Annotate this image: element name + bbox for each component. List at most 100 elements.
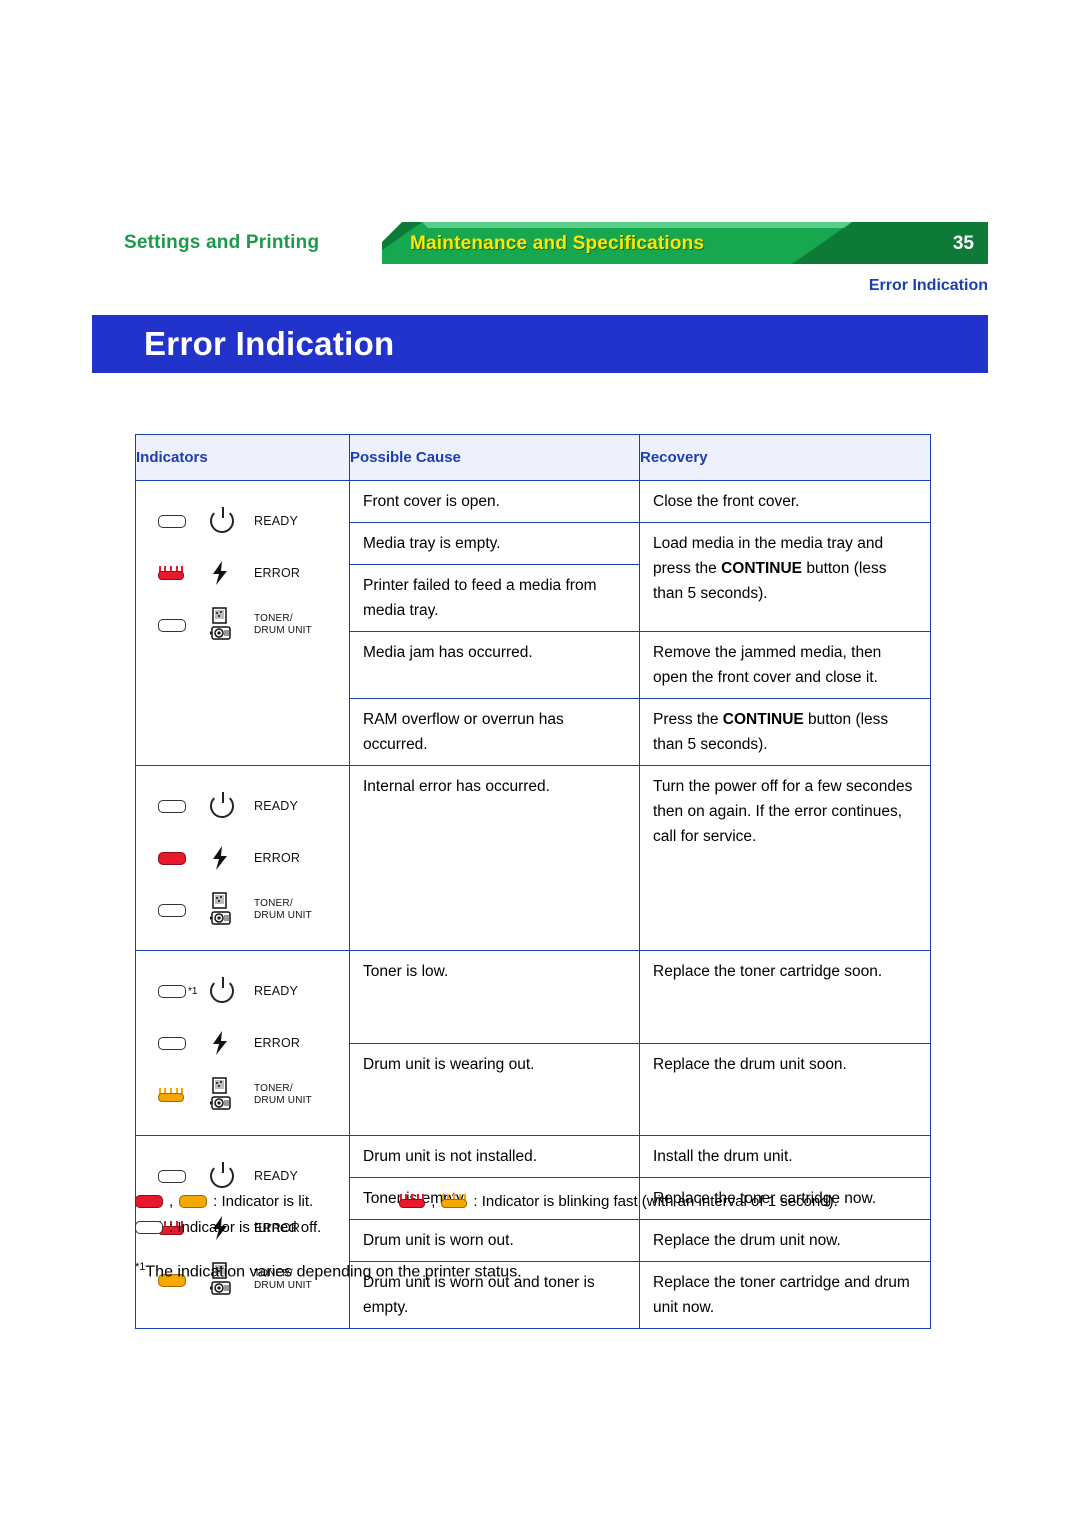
footnote-text: The indication varies depending on the p… (145, 1263, 522, 1281)
ready-icon (210, 1162, 254, 1188)
legend-separator-2: , (431, 1192, 436, 1210)
lamp-error-lit-red (158, 851, 210, 865)
toner-drum-icon (210, 607, 254, 643)
error-icon (210, 845, 254, 871)
cause-text: Front cover is open. (363, 493, 500, 510)
cause-cell: Front cover is open. (349, 480, 640, 523)
toner-drum-icon (210, 892, 254, 928)
table-row: READY ERROR (135, 480, 931, 766)
footnote-marker: *1 (188, 985, 198, 997)
indicator-label-ready: READY (254, 798, 299, 813)
indicator-row-error: ERROR (136, 1017, 349, 1069)
lamp-ready-off (158, 799, 210, 813)
legend-separator: , (169, 1192, 174, 1210)
indicator-group-1: READY ERROR TONER/ DRUM UNIT (136, 481, 349, 665)
indicator-label-toner-drum: TONER/ DRUM UNIT (254, 898, 312, 922)
lamp-error-blinking-red (158, 565, 210, 580)
table-row: READY ERROR (135, 1135, 931, 1329)
indicator-label-ready: READY (254, 983, 299, 998)
lamp-ready-off (158, 514, 210, 528)
cause-cell: Toner is low. (349, 950, 640, 1044)
indicator-label-toner-drum: TONER/ DRUM UNIT (254, 1083, 312, 1107)
indicator-label-drum: DRUM UNIT (254, 625, 312, 636)
lamp-toner-drum-off (158, 903, 210, 917)
ready-icon (210, 507, 254, 533)
lamp-ready-off (158, 1169, 210, 1183)
indicator-row-toner-drum: TONER/ DRUM UNIT (136, 1069, 349, 1121)
section-label: Error Indication (868, 277, 988, 294)
legend-lamp-red-blinking (399, 1193, 426, 1208)
tab-settings-and-printing-label: Settings and Printing (124, 232, 320, 253)
legend-lamp-off (135, 1220, 163, 1234)
recovery-text: Remove the jammed media, then open the f… (653, 644, 882, 686)
indicator-row-toner-drum: TONER/ DRUM UNIT (136, 599, 349, 651)
ready-icon (210, 792, 254, 818)
indicator-label-drum: DRUM UNIT (254, 910, 312, 921)
table-header-row: Indicators Possible Cause Recovery (135, 434, 931, 481)
table-row: READY ERROR (135, 765, 931, 951)
indicator-group-2: READY ERROR TONER/ DRUM UNIT (136, 766, 349, 950)
tab-settings-and-printing[interactable]: Settings and Printing (92, 222, 382, 264)
error-icon (210, 1030, 254, 1056)
cause-text: Media tray is empty. (363, 535, 501, 552)
legend-blink-text: : Indicator is blinking fast (with an in… (473, 1192, 838, 1210)
indicator-cell-group-3: *1 READY ERROR TONER/ DRUM UNIT (135, 950, 350, 1136)
error-icon (210, 560, 254, 586)
indicator-label-error: ERROR (254, 565, 301, 580)
recovery-text: Replace the drum unit soon. (653, 1055, 847, 1073)
legend-line-off: : Indicator is turned off. (135, 1214, 955, 1240)
legend-lamp-orange-lit (179, 1194, 208, 1208)
footnote: *1The indication varies depending on the… (135, 1254, 955, 1285)
table-row: *1 READY ERROR TONER/ DRUM UNIT Toner is… (135, 950, 931, 1136)
column-header-recovery: Recovery (639, 434, 931, 481)
column-header-possible-cause: Possible Cause (349, 434, 640, 481)
recovery-cell: Load media in the media tray and press t… (639, 522, 931, 632)
indicator-label-toner: TONER/ (254, 898, 293, 909)
indicator-label-drum: DRUM UNIT (254, 1095, 312, 1106)
lamp-toner-drum-off (158, 618, 210, 632)
lamp-error-off (158, 1036, 210, 1050)
page-title: Error Indication (144, 325, 395, 362)
cause-text: Media jam has occurred. (363, 644, 533, 661)
recovery-text: Press the CONTINUE button (less than 5 s… (653, 711, 889, 753)
ready-icon (210, 977, 254, 1003)
indicator-row-toner-drum: TONER/ DRUM UNIT (136, 884, 349, 936)
recovery-cell: Replace the drum unit soon. (639, 1042, 931, 1136)
footnote-marker: *1 (135, 1261, 146, 1273)
cause-cell: Drum unit is not installed. (349, 1135, 640, 1178)
cause-text: Drum unit is not installed. (363, 1148, 538, 1165)
indicator-row-ready: READY (136, 495, 349, 547)
recovery-cell: Turn the power off for a few secondes th… (639, 765, 931, 951)
indicator-row-error: ERROR (136, 832, 349, 884)
recovery-cell: Close the front cover. (639, 480, 931, 523)
indicator-label-ready: READY (254, 513, 299, 528)
recovery-text: Install the drum unit. (653, 1148, 793, 1165)
recovery-text: Close the front cover. (653, 493, 800, 510)
indicator-row-ready: *1 READY (136, 965, 349, 1017)
legend-off-text: : Indicator is turned off. (169, 1218, 322, 1236)
recovery-cell: Remove the jammed media, then open the f… (639, 631, 931, 699)
cause-text: Drum unit is wearing out. (363, 1055, 535, 1073)
indicator-label-toner: TONER/ (254, 1083, 293, 1094)
cause-cell: Media tray is empty. (349, 522, 640, 565)
page-header-banner: Settings and Printing Maintenance and Sp… (92, 222, 988, 264)
legend: , : Indicator is lit. , : Indicator is b… (135, 1188, 955, 1285)
recovery-text: Turn the power off for a few secondes th… (653, 778, 913, 845)
legend-lit-text: : Indicator is lit. (213, 1192, 314, 1210)
recovery-cell: Press the CONTINUE button (less than 5 s… (639, 698, 931, 766)
page-title-bar: Error Indication (92, 315, 988, 373)
indicator-row-error: ERROR (136, 547, 349, 599)
recovery-text: Load media in the media tray and press t… (653, 535, 887, 602)
page-number: 35 (952, 233, 974, 254)
indicator-label-error: ERROR (254, 1035, 301, 1050)
indicator-cell-group-1: READY ERROR TONER/ DRUM UNIT (135, 480, 350, 766)
indicator-label-error: ERROR (254, 850, 301, 865)
legend-line-lit: , : Indicator is lit. , : Indicator is b… (135, 1188, 955, 1214)
indicator-label-toner: TONER/ (254, 613, 293, 624)
cause-text: Printer failed to feed a media from medi… (363, 577, 597, 619)
cause-cell: Drum unit is wearing out. (349, 1042, 640, 1136)
indicator-row-ready: READY (136, 780, 349, 832)
cause-cell: Internal error has occurred. (349, 765, 640, 951)
cause-cell: Printer failed to feed a media from medi… (349, 564, 640, 632)
legend-lamp-orange-blinking (441, 1193, 468, 1208)
